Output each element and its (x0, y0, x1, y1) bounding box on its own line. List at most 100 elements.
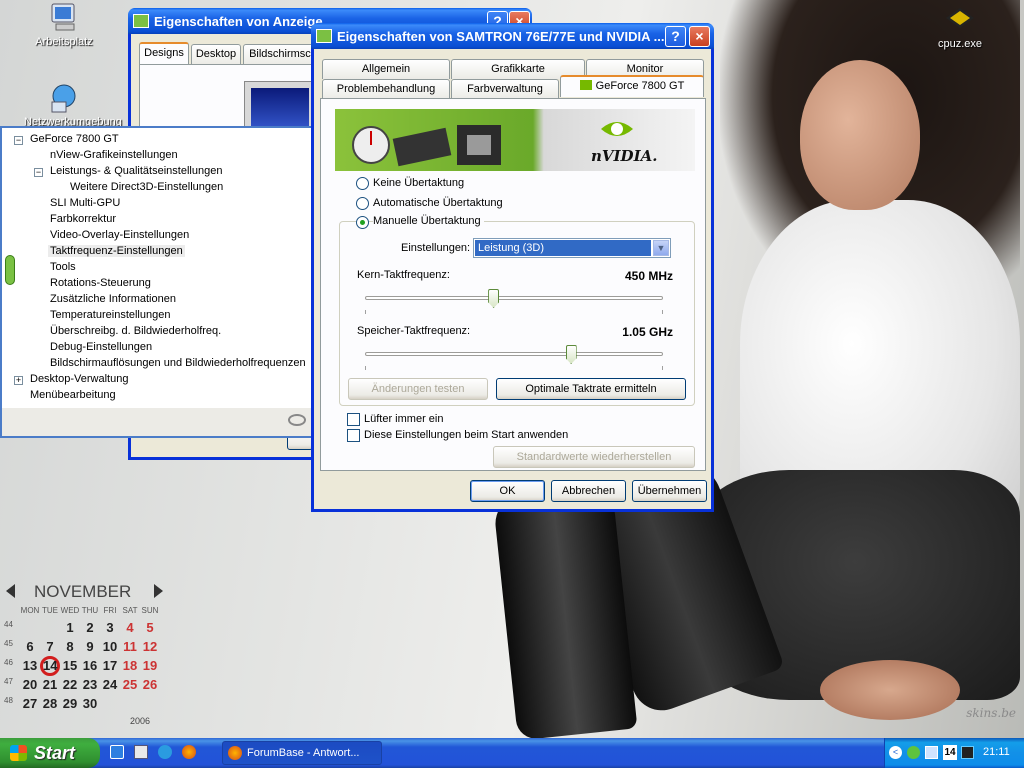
calendar-day[interactable]: 27 (20, 696, 40, 711)
slider-tick (365, 310, 366, 314)
apply-at-startup-checkbox[interactable] (347, 429, 360, 442)
tree-item[interactable]: Überschreibg. d. Bildwiederholfreq. (48, 325, 223, 337)
network-tray-icon[interactable] (925, 746, 938, 759)
calendar-tray-icon[interactable]: 14 (943, 745, 957, 760)
messenger-quicklaunch-icon[interactable] (158, 745, 172, 759)
next-month-icon[interactable] (154, 584, 163, 598)
ok-button[interactable]: OK (470, 480, 545, 502)
tree-item[interactable]: Taktfrequenz-Einstellungen (48, 245, 185, 257)
tab-farbverwaltung[interactable]: Farbverwaltung (451, 79, 559, 99)
calendar-day[interactable]: 24 (100, 677, 120, 692)
calendar-day[interactable]: 13 (20, 658, 40, 673)
tree-item[interactable]: SLI Multi-GPU (48, 197, 122, 209)
desktop-icon-network[interactable]: Netzwerkumgebung (24, 82, 122, 128)
tree-item[interactable]: Weitere Direct3D-Einstellungen (68, 181, 225, 193)
tree-item[interactable]: GeForce 7800 GT (28, 133, 121, 145)
calendar-day[interactable]: 7 (40, 639, 60, 654)
help-button[interactable]: ? (665, 26, 686, 47)
calendar-day[interactable]: 28 (40, 696, 60, 711)
collapse-icon[interactable]: − (34, 168, 43, 177)
calendar-day[interactable]: 18 (120, 658, 140, 673)
tree-item[interactable]: Menübearbeitung (28, 389, 118, 401)
calendar-day[interactable]: 16 (80, 658, 100, 673)
calendar-day[interactable]: 1 (60, 620, 80, 635)
tab-allgemein[interactable]: Allgemein (322, 59, 450, 79)
fan-always-on-checkbox[interactable] (347, 413, 360, 426)
firefox-quicklaunch-icon[interactable] (182, 745, 196, 759)
tree-item[interactable]: Debug-Einstellungen (48, 341, 154, 353)
tree-item[interactable]: Tools (48, 261, 78, 273)
restore-defaults-button[interactable]: Standardwerte wiederherstellen (493, 446, 695, 468)
weekday-label: THU (81, 606, 99, 615)
calendar-day[interactable]: 2 (80, 620, 100, 635)
calendar-day[interactable]: 22 (60, 677, 80, 692)
chevron-down-icon[interactable]: ▼ (653, 240, 669, 256)
calendar-day[interactable]: 25 (120, 677, 140, 692)
calendar-day[interactable]: 29 (60, 696, 80, 711)
slider-tick (662, 366, 663, 370)
calendar-day[interactable]: 23 (80, 677, 100, 692)
tab-geforce[interactable]: GeForce 7800 GT (560, 75, 704, 97)
calendar-day[interactable]: 4 (120, 620, 140, 635)
show-hidden-icons-icon[interactable]: < (889, 746, 902, 759)
calendar-day[interactable]: 21 (40, 677, 60, 692)
ie-quicklaunch-icon[interactable] (110, 745, 124, 759)
calendar-day[interactable]: 20 (20, 677, 40, 692)
tree-item[interactable]: Leistungs- & Qualitätseinstellungen (48, 165, 224, 177)
radio-no-overclock[interactable] (356, 177, 369, 190)
calendar-day[interactable]: 26 (140, 677, 160, 692)
wallpaper-boot (492, 484, 638, 741)
calendar-day[interactable]: 17 (100, 658, 120, 673)
taskbar-window-button[interactable]: ForumBase - Antwort... (222, 741, 382, 765)
tree-item[interactable]: Rotations-Steuerung (48, 277, 153, 289)
calendar-day[interactable]: 19 (140, 658, 160, 673)
expand-icon[interactable]: + (14, 376, 23, 385)
calendar-day[interactable]: 30 (80, 696, 100, 711)
desktop-quicklaunch-icon[interactable] (134, 745, 148, 759)
tree-item[interactable]: Temperatureinstellungen (48, 309, 172, 321)
calendar-day[interactable]: 12 (140, 639, 160, 654)
cancel-button[interactable]: Abbrechen (551, 480, 626, 502)
tab-content (139, 64, 319, 135)
title-bar[interactable]: Eigenschaften von SAMTRON 76E/77E und NV… (311, 23, 714, 49)
calendar-today[interactable]: 14 (40, 656, 60, 676)
prev-month-icon[interactable] (6, 584, 15, 598)
app-tray-icon[interactable] (961, 746, 974, 759)
radio-manual-overclock[interactable] (356, 216, 369, 229)
panel-handle[interactable] (5, 255, 15, 285)
tab-designs[interactable]: Designs (139, 42, 189, 64)
calendar-day[interactable]: 8 (60, 639, 80, 654)
radio-manual-overclock-label: Manuelle Übertaktung (373, 215, 484, 227)
tree-item[interactable]: Bildschirmauflösungen und Bildwiederholf… (48, 357, 308, 369)
clock[interactable]: 21:11 (983, 746, 1010, 758)
start-button[interactable]: Start (0, 738, 100, 768)
collapse-icon[interactable]: − (14, 136, 23, 145)
tab-desktop[interactable]: Desktop (191, 44, 241, 64)
close-button[interactable]: × (689, 26, 710, 47)
clover-icon[interactable] (907, 746, 920, 759)
calendar-day[interactable]: 5 (140, 620, 160, 635)
tree-item[interactable]: Zusätzliche Informationen (48, 293, 178, 305)
tree-item[interactable]: Farbkorrektur (48, 213, 118, 225)
calendar-day[interactable]: 10 (100, 639, 120, 654)
dialog-title: Eigenschaften von SAMTRON 76E/77E und NV… (337, 28, 665, 44)
calendar-day[interactable]: 15 (60, 658, 80, 673)
apply-button[interactable]: Übernehmen (632, 480, 707, 502)
radio-auto-overclock[interactable] (356, 197, 369, 210)
test-changes-button[interactable]: Änderungen testen (348, 378, 488, 400)
calendar-day[interactable]: 3 (100, 620, 120, 635)
weekday-label: TUE (42, 606, 58, 615)
firefox-icon (228, 746, 242, 760)
calendar-day[interactable]: 6 (20, 639, 40, 654)
desktop-icon-my-computer[interactable]: Arbeitsplatz (24, 2, 104, 48)
calendar-day[interactable]: 11 (120, 639, 140, 654)
optimal-clock-button[interactable]: Optimale Taktrate ermitteln (496, 378, 686, 400)
tree-item[interactable]: Desktop-Verwaltung (28, 373, 130, 385)
eye-icon[interactable] (288, 414, 306, 426)
calendar-day[interactable]: 9 (80, 639, 100, 654)
tree-item[interactable]: nView-Grafikeinstellungen (48, 149, 180, 161)
tab-problembehandlung[interactable]: Problembehandlung (322, 79, 450, 99)
desktop-icon-cpuz[interactable]: cpuz.exe (920, 4, 1000, 50)
settings-dropdown[interactable]: Leistung (3D) ▼ (473, 238, 671, 258)
tree-item[interactable]: Video-Overlay-Einstellungen (48, 229, 191, 241)
